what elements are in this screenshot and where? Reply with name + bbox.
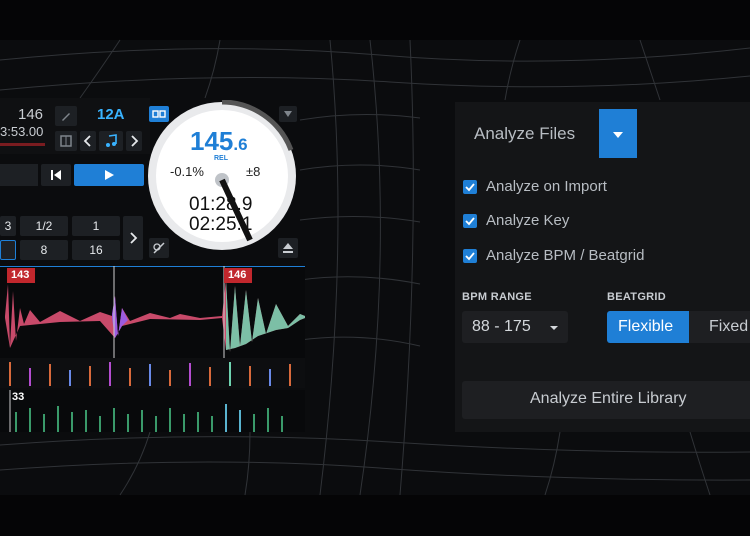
elapsed-time: 01:28.9 [189,194,253,215]
analyze-settings-panel: Analyze Files Analyze on Import Analyze … [455,102,750,432]
waveform-overview-bottom[interactable] [0,390,305,432]
loop-size-button[interactable]: 1 [72,216,120,236]
cue-label-1: 143 [11,269,30,281]
loop-size-button[interactable]: 3 [0,216,16,236]
analyze-on-import-label: Analyze on Import [486,178,607,195]
grid-icon [60,135,72,147]
pitch-percent: -0.1% [170,164,204,179]
pencil-icon [62,113,70,121]
analyze-bpm-beatgrid-label: Analyze BPM / Beatgrid [486,247,645,264]
waveform-overview-colored[interactable] [0,358,305,388]
beatgrid-fixed-label: Fixed [709,318,749,335]
loop-size-button[interactable]: 16 [72,240,120,260]
tempo-readout: 145.6 [190,126,248,157]
deck-time-bar [0,143,45,146]
beatgrid-flexible-option[interactable]: Flexible [607,311,689,343]
loop-size-button-selected[interactable] [0,240,16,260]
chevron-left-icon [83,135,91,147]
bpm-range-caption: BPM RANGE [462,291,532,303]
beatgrid-flexible-label: Flexible [618,318,674,335]
check-icon [465,252,475,261]
play-button[interactable] [74,164,144,186]
deck-time-small: 3:53.00 [0,124,44,139]
key-down-button[interactable] [80,131,96,151]
analyze-entire-library-label: Analyze Entire Library [530,390,687,407]
deck-panel: 146 3:53.00 12A 3 1/2 1 8 16 145.6 REL -… [0,98,305,433]
check-icon [465,217,475,226]
analyze-bpm-beatgrid-checkbox[interactable] [463,249,477,263]
grid-button[interactable] [55,131,77,151]
analyze-on-import-checkbox[interactable] [463,180,477,194]
waveform-zoom[interactable] [0,266,305,358]
beatgrid-caption: BEATGRID [607,291,667,303]
deck-left-button[interactable] [0,164,38,186]
cue-label-2: 146 [228,269,247,281]
loop-next-button[interactable] [123,216,143,260]
bpm-range-value: 88 - 175 [472,318,531,335]
pitch-range: ±8 [246,164,261,179]
chevron-right-icon [131,135,139,147]
play-icon [105,170,114,180]
deck-key: 12A [97,106,125,123]
pencil-button[interactable] [55,106,77,126]
analyze-key-checkbox[interactable] [463,214,477,228]
deck-bpm-small: 146 [18,106,44,123]
key-up-button[interactable] [126,131,142,151]
key-sync-button[interactable] [99,131,123,151]
analyze-key-label: Analyze Key [486,212,570,229]
analyze-entire-library-button[interactable]: Analyze Entire Library [462,381,750,419]
check-icon [465,183,475,192]
beatgrid-fixed-option[interactable]: Fixed [689,311,750,343]
chevron-right-icon [130,232,138,244]
music-note-icon [106,134,117,147]
skip-back-icon [51,170,61,180]
cue-button[interactable] [41,164,71,186]
tempo-mode: REL [214,155,228,162]
caret-down-icon [550,326,558,330]
analyze-files-title: Analyze Files [474,124,576,143]
tempo-main: 145 [190,126,234,156]
loop-size-button[interactable]: 8 [20,240,68,260]
tempo-decimal: .6 [233,135,248,154]
loop-size-button[interactable]: 1/2 [20,216,68,236]
analyze-dropdown-button[interactable] [599,109,637,158]
bpm-range-select[interactable]: 88 - 175 [462,311,568,343]
overview-bpm: 33 [12,391,25,403]
caret-down-icon [613,132,623,138]
remaining-time: 02:25.1 [189,214,253,235]
